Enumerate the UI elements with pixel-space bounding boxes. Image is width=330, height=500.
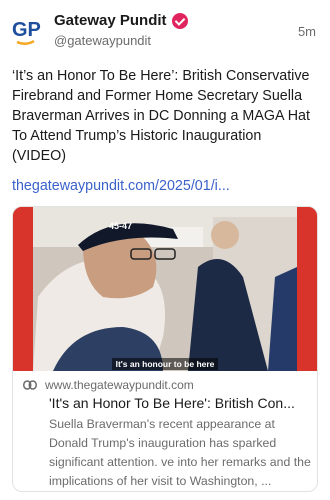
post-text: ‘It’s an Honor To Be Here’: British Cons…: [12, 68, 310, 164]
video-caption: It's an honour to be here: [13, 358, 317, 370]
link-card-meta: www.thegatewaypundit.com 'It's an Honor …: [23, 377, 311, 491]
account-name[interactable]: Gateway Pundit: [54, 12, 167, 29]
link-card-title[interactable]: 'It's an Honor To Be Here': British Con.…: [49, 395, 311, 411]
post-timestamp: 5m: [297, 24, 316, 39]
link-card-description: Suella Braverman's recent appearance at …: [49, 417, 311, 488]
link-card-thumbnail[interactable]: 45-47 It's an honour to be here: [13, 207, 317, 371]
account-handle: @gatewaypundit: [54, 33, 152, 48]
svg-text:45-47: 45-47: [109, 221, 132, 231]
link-card-domain: www.thegatewaypundit.com: [45, 378, 194, 392]
verified-badge-icon: [171, 12, 188, 29]
post: GP Gateway Pundit @gatewaypundit 5m ‘It’…: [0, 0, 330, 500]
account-name-row[interactable]: Gateway Pundit: [54, 12, 188, 29]
link-card-domain-row: www.thegatewaypundit.com: [23, 377, 311, 393]
account-avatar[interactable]: GP: [12, 12, 44, 48]
link-icon: [23, 380, 37, 390]
logo-text: GP: [12, 19, 41, 41]
post-link[interactable]: thegatewaypundit.com/2025/01/i...: [12, 178, 312, 194]
link-card[interactable]: 45-47 It's an honour to be here www.theg…: [12, 206, 318, 492]
